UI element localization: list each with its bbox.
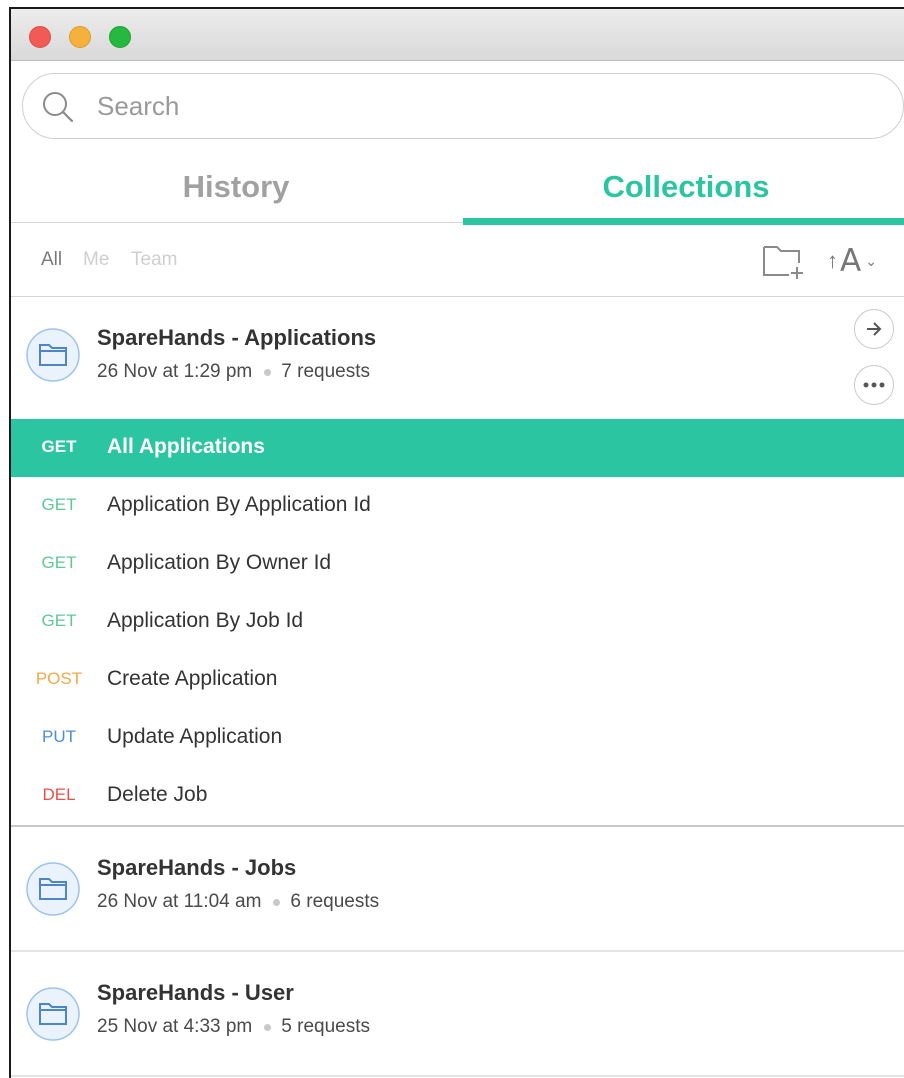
- tab-collections[interactable]: Collections: [461, 159, 904, 225]
- folder-icon: [26, 862, 80, 916]
- request-item[interactable]: GET All Applications: [11, 419, 904, 477]
- collection-sparehands-user[interactable]: SpareHands - User 25 Nov at 4:33 pm 5 re…: [11, 952, 904, 1076]
- request-name: Create Application: [107, 667, 278, 690]
- collection-name: SpareHands - User: [97, 980, 294, 1005]
- request-item[interactable]: DEL Delete Job: [11, 767, 904, 825]
- search-box[interactable]: [22, 73, 904, 139]
- request-method: GET: [41, 553, 77, 572]
- folder-icon: [26, 328, 80, 382]
- separator-dot: [273, 898, 281, 906]
- request-method: DEL: [42, 785, 76, 804]
- divider: [11, 1075, 904, 1077]
- request-item[interactable]: POST Create Application: [11, 651, 904, 709]
- arrow-right-icon: [867, 322, 882, 336]
- chevron-down-icon: ⌄: [865, 252, 877, 269]
- new-collection-icon[interactable]: [761, 241, 807, 281]
- sidebar-tabs: History Collections: [11, 159, 904, 225]
- collection-meta: 26 Nov at 11:04 am 6 requests: [97, 891, 379, 913]
- collection-date: 25 Nov at 4:33 pm: [97, 1016, 253, 1037]
- title-bar: [11, 9, 904, 61]
- request-item[interactable]: GET Application By Owner Id: [11, 535, 904, 593]
- more-options-icon: [863, 382, 885, 388]
- maximize-window-button[interactable]: [109, 26, 131, 48]
- request-method: PUT: [42, 727, 76, 746]
- collection-name: SpareHands - Applications: [97, 325, 377, 350]
- folder-icon: [26, 987, 80, 1041]
- filter-team[interactable]: Team: [131, 249, 177, 271]
- filter-all[interactable]: All: [41, 249, 62, 271]
- app-window: History Collections All Me Team ↑ A ⌄ Sp…: [9, 7, 904, 1078]
- filter-bar: All Me Team ↑ A ⌄: [11, 223, 904, 297]
- close-window-button[interactable]: [29, 26, 51, 48]
- separator-dot: [264, 368, 272, 376]
- request-name: Update Application: [107, 725, 283, 748]
- collection-date: 26 Nov at 1:29 pm: [97, 361, 253, 382]
- request-method: GET: [41, 437, 77, 456]
- collection-request-count: 6 requests: [290, 891, 380, 912]
- request-method: GET: [41, 495, 77, 514]
- collection-sparehands-jobs[interactable]: SpareHands - Jobs 26 Nov at 11:04 am 6 r…: [11, 827, 904, 951]
- sort-alpha-label: A: [840, 243, 862, 279]
- collection-name: SpareHands - Jobs: [97, 855, 297, 880]
- minimize-window-button[interactable]: [69, 26, 91, 48]
- collection-meta: 26 Nov at 1:29 pm 7 requests: [97, 361, 370, 383]
- request-name: Delete Job: [107, 783, 208, 806]
- request-method: POST: [35, 669, 83, 688]
- open-collection-button[interactable]: [854, 309, 894, 349]
- collection-request-count: 7 requests: [281, 361, 370, 382]
- request-method: GET: [41, 611, 77, 630]
- request-name: Application By Owner Id: [107, 551, 332, 574]
- request-item[interactable]: GET Application By Job Id: [11, 593, 904, 651]
- collection-date: 26 Nov at 11:04 am: [97, 891, 262, 912]
- separator-dot: [264, 1023, 272, 1031]
- filter-me[interactable]: Me: [83, 249, 109, 271]
- collection-meta: 25 Nov at 4:33 pm 5 requests: [97, 1016, 370, 1038]
- search-input[interactable]: [97, 84, 877, 128]
- sort-dropdown[interactable]: ↑ A ⌄: [827, 241, 877, 281]
- collection-sparehands-applications[interactable]: SpareHands - Applications 26 Nov at 1:29…: [11, 297, 904, 419]
- collection-more-button[interactable]: [854, 365, 894, 405]
- collection-request-count: 5 requests: [281, 1016, 370, 1037]
- request-name: Application By Job Id: [107, 609, 304, 632]
- request-name: Application By Application Id: [107, 493, 371, 516]
- request-name: All Applications: [107, 435, 265, 458]
- search-icon: [43, 92, 74, 123]
- request-item[interactable]: GET Application By Application Id: [11, 477, 904, 535]
- sort-arrow-icon: ↑: [827, 248, 838, 273]
- request-item[interactable]: PUT Update Application: [11, 709, 904, 767]
- tab-history[interactable]: History: [11, 159, 461, 223]
